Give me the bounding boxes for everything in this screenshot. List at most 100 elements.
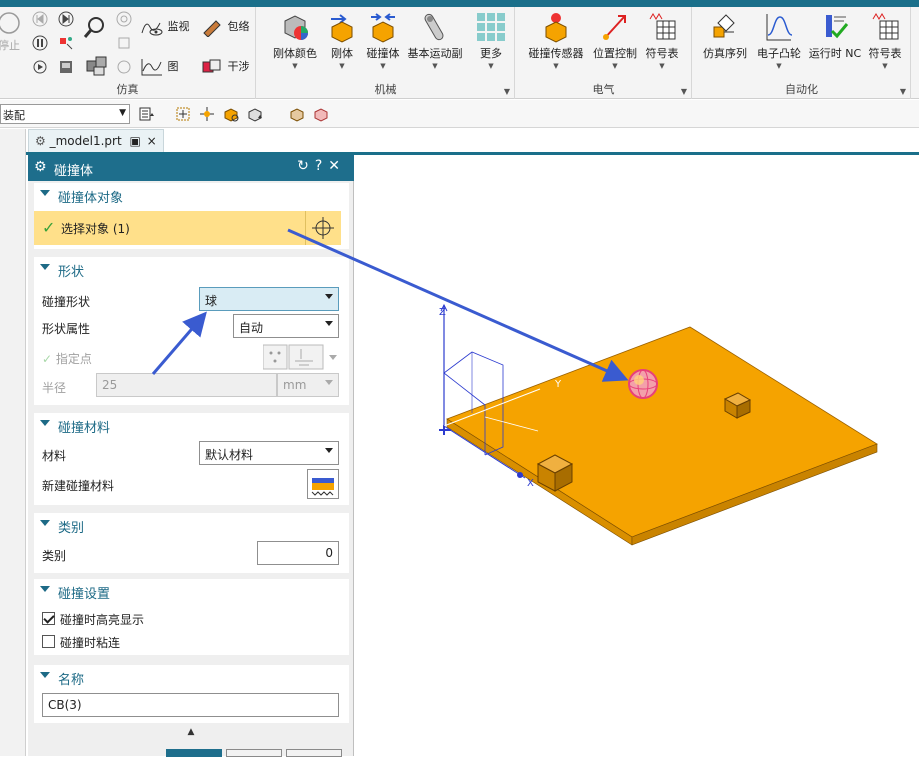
section-category: 类别 类别 0 bbox=[34, 513, 349, 573]
section-header-shape[interactable]: 形状 bbox=[34, 257, 349, 281]
chevron-down-icon bbox=[325, 294, 333, 299]
electronic-cam-button[interactable]: 电子凸轮 ▼ bbox=[753, 11, 805, 70]
snap-body-icon[interactable] bbox=[222, 105, 240, 123]
material-select[interactable]: 默认材料 bbox=[199, 441, 339, 465]
collision-sensor-button[interactable]: 碰撞传感器 ▼ bbox=[526, 11, 586, 70]
tab-model1[interactable]: ⚙ _model1.prt ▣ × bbox=[28, 129, 164, 153]
select-object-crosshair-button[interactable] bbox=[305, 211, 339, 245]
dialog-title: 碰撞体 bbox=[54, 164, 94, 179]
category-label: 类别 bbox=[42, 549, 67, 563]
model-scene[interactable]: Z Y X bbox=[355, 155, 919, 756]
collapse-triangle-icon bbox=[40, 672, 50, 678]
record-icon[interactable] bbox=[58, 59, 74, 75]
collision-body-button[interactable]: 碰撞体 ▼ bbox=[363, 11, 403, 70]
section-header-collision-settings[interactable]: 碰撞设置 bbox=[34, 579, 349, 603]
radius-input[interactable]: 25 bbox=[96, 373, 277, 397]
type-filter-icon[interactable] bbox=[138, 105, 156, 123]
stop-icon bbox=[0, 12, 20, 34]
pause-icon[interactable] bbox=[32, 35, 48, 51]
collision-body-icon bbox=[371, 13, 395, 43]
replay-icon[interactable] bbox=[32, 59, 48, 75]
radius-label: 半径 bbox=[42, 381, 67, 395]
shape-property-select[interactable]: 自动 bbox=[233, 314, 339, 338]
new-material-button[interactable] bbox=[307, 469, 339, 499]
search-icon[interactable] bbox=[82, 15, 108, 41]
snapshot-icon[interactable] bbox=[58, 35, 74, 51]
radius-unit-select[interactable]: mm bbox=[277, 373, 339, 397]
rigid-body-button[interactable]: 刚体 ▼ bbox=[327, 11, 357, 70]
plate-top-face[interactable] bbox=[446, 326, 878, 538]
square-icon[interactable] bbox=[116, 35, 132, 51]
simulation-sequence-icon bbox=[713, 14, 735, 38]
ribbon: 停止 监视 包络 图 干涉 仿真 刚体颜色 ▼ 刚体 ▼ 碰撞体 ▼ 基本运动副… bbox=[0, 7, 919, 99]
section-header-name[interactable]: 名称 bbox=[34, 665, 349, 689]
reset-icon[interactable]: ↻ bbox=[297, 158, 315, 174]
show-solid-icon[interactable] bbox=[288, 105, 306, 123]
symbol-table-button[interactable]: 符号表 ▼ bbox=[642, 11, 682, 70]
automation-symbol-table-button[interactable]: 符号表 ▼ bbox=[865, 11, 905, 70]
more-button[interactable]: 更多 ▼ bbox=[471, 11, 511, 70]
selection-scope-select[interactable]: 装配 ▼ bbox=[0, 104, 130, 124]
group-label-automation: 自动化 bbox=[785, 83, 818, 96]
step-back-icon[interactable] bbox=[32, 11, 48, 27]
section-header-collision-material[interactable]: 碰撞材料 bbox=[34, 413, 349, 437]
category-input[interactable]: 0 bbox=[257, 541, 339, 565]
collision-shape-select[interactable]: 球 bbox=[199, 287, 339, 311]
axis-z-label: Z bbox=[439, 307, 446, 318]
highlight-on-collision-checkbox[interactable] bbox=[42, 612, 55, 625]
monitor-button[interactable]: 监视 bbox=[140, 17, 190, 37]
ribbon-group-simulation: 停止 监视 包络 图 干涉 仿真 bbox=[0, 7, 256, 99]
simulation-sequence-button[interactable]: 仿真序列 bbox=[701, 11, 749, 61]
envelope-button[interactable]: 包络 bbox=[200, 17, 250, 38]
name-input[interactable]: CB(3) bbox=[42, 693, 339, 717]
select-object-row[interactable]: ✓ 选择对象 (1) bbox=[34, 211, 341, 245]
target-icon[interactable] bbox=[116, 11, 132, 27]
position-control-icon bbox=[603, 15, 626, 40]
section-collision-material: 碰撞材料 材料 默认材料 新建碰撞材料 bbox=[34, 413, 349, 505]
collapse-triangle-icon bbox=[40, 264, 50, 270]
collision-sphere[interactable] bbox=[628, 369, 658, 399]
model-parts-icon[interactable] bbox=[84, 53, 110, 79]
runtime-nc-button[interactable]: 运行时 NC bbox=[807, 11, 863, 61]
close-icon[interactable]: ✕ bbox=[328, 158, 346, 174]
section-header-collision-object[interactable]: 碰撞体对象 bbox=[34, 183, 349, 207]
collapse-panel-button[interactable]: ▲ bbox=[28, 727, 354, 741]
collision-body-dialog: ⚙ 碰撞体 ↻?✕ 碰撞体对象 ✓ 选择对象 (1) 形状 碰撞形状 球 形状属… bbox=[28, 155, 354, 757]
interference-button[interactable]: 干涉 bbox=[200, 57, 250, 77]
collapse-triangle-icon bbox=[40, 190, 50, 196]
point-dialog-buttons[interactable] bbox=[263, 343, 341, 371]
symbol-table-icon bbox=[872, 13, 899, 40]
group-label-electrical: 电气 bbox=[592, 83, 615, 96]
ribbon-group-mechanical: 刚体颜色 ▼ 刚体 ▼ 碰撞体 ▼ 基本运动副 ▼ 更多 ▼ 机械 ▼ bbox=[257, 7, 515, 99]
section-header-category[interactable]: 类别 bbox=[34, 513, 349, 537]
shape-property-label: 形状属性 bbox=[42, 322, 91, 336]
part-file-icon: ⚙ bbox=[35, 134, 46, 148]
graph-icon bbox=[141, 59, 162, 76]
step-forward-icon[interactable] bbox=[58, 11, 74, 27]
stop-button[interactable]: 停止 bbox=[0, 11, 22, 53]
snap-frame-icon[interactable] bbox=[174, 105, 192, 123]
snap-point-icon[interactable] bbox=[198, 105, 216, 123]
snap-face-icon[interactable] bbox=[246, 105, 264, 123]
section-collision-settings: 碰撞设置 碰撞时高亮显示 碰撞时粘连 bbox=[34, 579, 349, 655]
document-tabs: ⚙ _model1.prt ▣ × bbox=[26, 129, 919, 153]
tab-close-button[interactable]: × bbox=[147, 134, 157, 148]
section-shape: 形状 碰撞形状 球 形状属性 自动 ✓ 指定点 半径 25 mm bbox=[34, 257, 349, 405]
symbol-table-icon bbox=[649, 13, 676, 40]
more-grid-icon bbox=[477, 13, 505, 41]
axis-x-label: X bbox=[527, 478, 534, 489]
graph-button[interactable]: 图 bbox=[140, 57, 179, 77]
stick-on-collision-checkbox[interactable] bbox=[42, 635, 55, 648]
basic-joint-button[interactable]: 基本运动副 ▼ bbox=[405, 11, 465, 70]
help-icon[interactable]: ? bbox=[315, 158, 328, 174]
stick-on-collision-label: 碰撞时粘连 bbox=[60, 636, 121, 650]
runtime-nc-icon bbox=[826, 15, 849, 39]
position-control-button[interactable]: 位置控制 ▼ bbox=[590, 11, 640, 70]
tab-pin-icon[interactable]: ▣ bbox=[130, 134, 141, 148]
highlight-on-collision-label: 碰撞时高亮显示 bbox=[60, 613, 145, 627]
show-wire-icon[interactable] bbox=[312, 105, 330, 123]
circle-icon[interactable] bbox=[116, 59, 132, 75]
collision-shape-label: 碰撞形状 bbox=[42, 295, 91, 309]
graphics-window[interactable]: Z Y X bbox=[355, 155, 919, 756]
rigid-body-color-button[interactable]: 刚体颜色 ▼ bbox=[269, 11, 321, 70]
